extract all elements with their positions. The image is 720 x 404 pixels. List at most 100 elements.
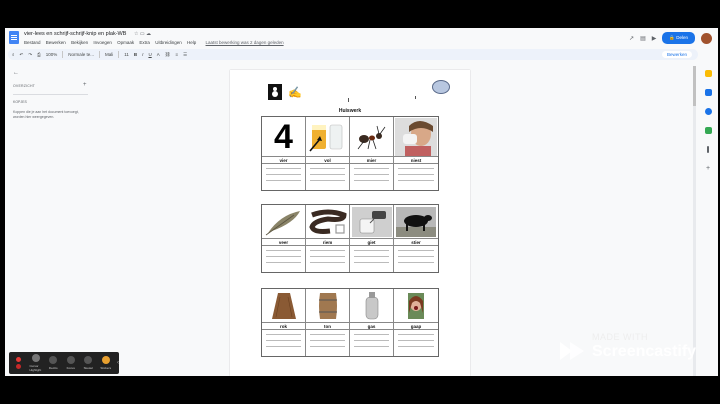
scroll-thumb[interactable] bbox=[693, 66, 696, 106]
writing-lines[interactable] bbox=[394, 164, 438, 190]
menu-format[interactable]: Opmaak bbox=[117, 40, 134, 45]
person-icon bbox=[268, 84, 282, 100]
sneezing-person-image bbox=[394, 117, 438, 157]
divider bbox=[62, 51, 64, 58]
menu-file[interactable]: Bestand bbox=[24, 40, 41, 45]
print-icon[interactable]: ⎙ bbox=[37, 52, 41, 57]
button-label: Sleutel bbox=[83, 366, 93, 370]
writing-lines[interactable] bbox=[306, 164, 349, 190]
word-label: vol bbox=[306, 157, 349, 164]
font-select[interactable]: Mali bbox=[105, 52, 113, 57]
vertical-scrollbar[interactable] bbox=[693, 66, 696, 376]
menu-insert[interactable]: Invoegen bbox=[93, 40, 112, 45]
search-menus-icon[interactable]: ⌕ bbox=[12, 52, 15, 57]
outline-hint: Koppen die je aan het document toevoegt,… bbox=[13, 110, 79, 119]
docs-logo-icon[interactable] bbox=[9, 31, 19, 44]
menu-bar: Bestand Bewerken Bekijken Invoegen Opmaa… bbox=[24, 40, 288, 45]
menu-view[interactable]: Bekijken bbox=[71, 40, 88, 45]
writing-lines[interactable] bbox=[350, 164, 393, 190]
made-with-text: MADE WITH bbox=[592, 332, 648, 342]
meet-icon[interactable]: ▶ bbox=[652, 35, 657, 42]
redo-icon[interactable]: ↷ bbox=[28, 52, 32, 58]
writing-lines[interactable] bbox=[350, 246, 393, 272]
word-label: vier bbox=[262, 157, 305, 164]
stop-icon[interactable] bbox=[15, 364, 21, 369]
undo-icon[interactable]: ↶ bbox=[20, 52, 24, 58]
writing-lines[interactable] bbox=[262, 330, 305, 356]
word-cell: riem bbox=[306, 205, 350, 272]
bull-image bbox=[394, 205, 438, 239]
tasks-icon[interactable] bbox=[704, 89, 712, 96]
word-cell: gas bbox=[350, 289, 394, 356]
yawning-girl-image bbox=[394, 289, 438, 323]
text-color-icon[interactable]: A bbox=[157, 52, 160, 57]
record-control[interactable] bbox=[12, 357, 25, 369]
screencastify-logo-icon bbox=[560, 342, 584, 360]
document-title[interactable]: vier-lees en schrijf-schrijf-knip en pla… bbox=[24, 31, 126, 37]
cursor-icon bbox=[31, 354, 40, 362]
writing-lines[interactable] bbox=[262, 164, 305, 190]
share-button[interactable]: 🔒 Delen bbox=[662, 32, 695, 44]
style-select[interactable]: Normale te... bbox=[68, 52, 94, 57]
italic-icon[interactable]: I bbox=[142, 52, 143, 57]
collapse-icon[interactable]: ‹ bbox=[117, 360, 119, 366]
key-button[interactable]: Sleutel bbox=[82, 356, 95, 370]
writing-lines[interactable] bbox=[394, 330, 438, 356]
list-icon[interactable]: ☰ bbox=[183, 52, 187, 58]
screencastify-toolbar: Cursor Highlight Dectto Focus Sleutel St… bbox=[9, 352, 119, 374]
docs-window: vier-lees en schrijf-schrijf-knip en pla… bbox=[5, 28, 718, 376]
last-edit-link[interactable]: Laatst bewerking was 2 dagen geleden bbox=[206, 40, 284, 45]
word-cell: vol bbox=[306, 117, 350, 190]
menu-tools[interactable]: Extra bbox=[139, 40, 150, 45]
writing-lines[interactable] bbox=[262, 246, 305, 272]
full-glass-image bbox=[306, 117, 349, 157]
stickers-button[interactable]: Stickers bbox=[100, 356, 113, 370]
page-heading: Huiswerk bbox=[338, 108, 362, 114]
text-cursor bbox=[348, 98, 349, 102]
underline-icon[interactable]: U bbox=[148, 52, 151, 57]
document-outline-panel: ← OVERZICHT + KOPJES Koppen die je aan h… bbox=[9, 66, 89, 366]
font-size-input[interactable]: 11 bbox=[124, 52, 129, 57]
keep-icon[interactable] bbox=[704, 70, 712, 77]
menu-extensions[interactable]: Uitbreidingen bbox=[155, 40, 182, 45]
barrel-image bbox=[306, 289, 349, 323]
activity-icon[interactable]: ↗ bbox=[629, 35, 634, 42]
writing-lines[interactable] bbox=[394, 246, 438, 272]
writing-lines[interactable] bbox=[350, 330, 393, 356]
word-cell: rok bbox=[262, 289, 306, 356]
key-icon bbox=[84, 356, 93, 364]
document-page[interactable]: ✍ Huiswerk 4 vier vol mier niest veer ri… bbox=[230, 70, 470, 376]
pouring-image bbox=[350, 205, 393, 239]
word-cell: mier bbox=[350, 117, 394, 190]
avatar[interactable] bbox=[701, 32, 712, 44]
add-summary-icon[interactable]: + bbox=[83, 82, 87, 88]
ant-image bbox=[350, 117, 393, 157]
align-icon[interactable]: ≡ bbox=[175, 52, 178, 57]
zoom-select[interactable]: 100% bbox=[46, 52, 58, 57]
cursor-highlight-button[interactable]: Cursor Highlight bbox=[30, 354, 43, 372]
editing-mode-select[interactable]: Bewerken bbox=[661, 51, 692, 58]
link-icon[interactable]: ⛓ bbox=[165, 52, 171, 58]
comments-icon[interactable]: ▤ bbox=[640, 35, 646, 42]
divider bbox=[13, 94, 88, 95]
menu-edit[interactable]: Bewerken bbox=[46, 40, 66, 45]
circle-shape[interactable] bbox=[432, 80, 450, 94]
writing-lines[interactable] bbox=[306, 330, 349, 356]
star-icon[interactable]: ☆ ▭ ☁ bbox=[134, 31, 151, 37]
plus-icon[interactable]: + bbox=[706, 165, 710, 172]
pen-icon bbox=[49, 356, 58, 364]
word-label: giet bbox=[350, 239, 393, 246]
button-label: Focus bbox=[66, 366, 75, 370]
menu-help[interactable]: Help bbox=[187, 40, 196, 45]
small-mark bbox=[415, 96, 416, 99]
button-label: Dectto bbox=[48, 366, 58, 370]
back-arrow-icon[interactable]: ← bbox=[13, 70, 19, 76]
bold-icon[interactable]: B bbox=[134, 52, 137, 57]
focus-button[interactable]: Focus bbox=[65, 356, 78, 370]
contacts-icon[interactable] bbox=[704, 108, 712, 115]
button-label: Cursor Highlight bbox=[29, 364, 42, 372]
maps-icon[interactable] bbox=[704, 127, 712, 134]
record-icon[interactable] bbox=[15, 357, 21, 362]
dectto-button[interactable]: Dectto bbox=[47, 356, 60, 370]
writing-lines[interactable] bbox=[306, 246, 349, 272]
